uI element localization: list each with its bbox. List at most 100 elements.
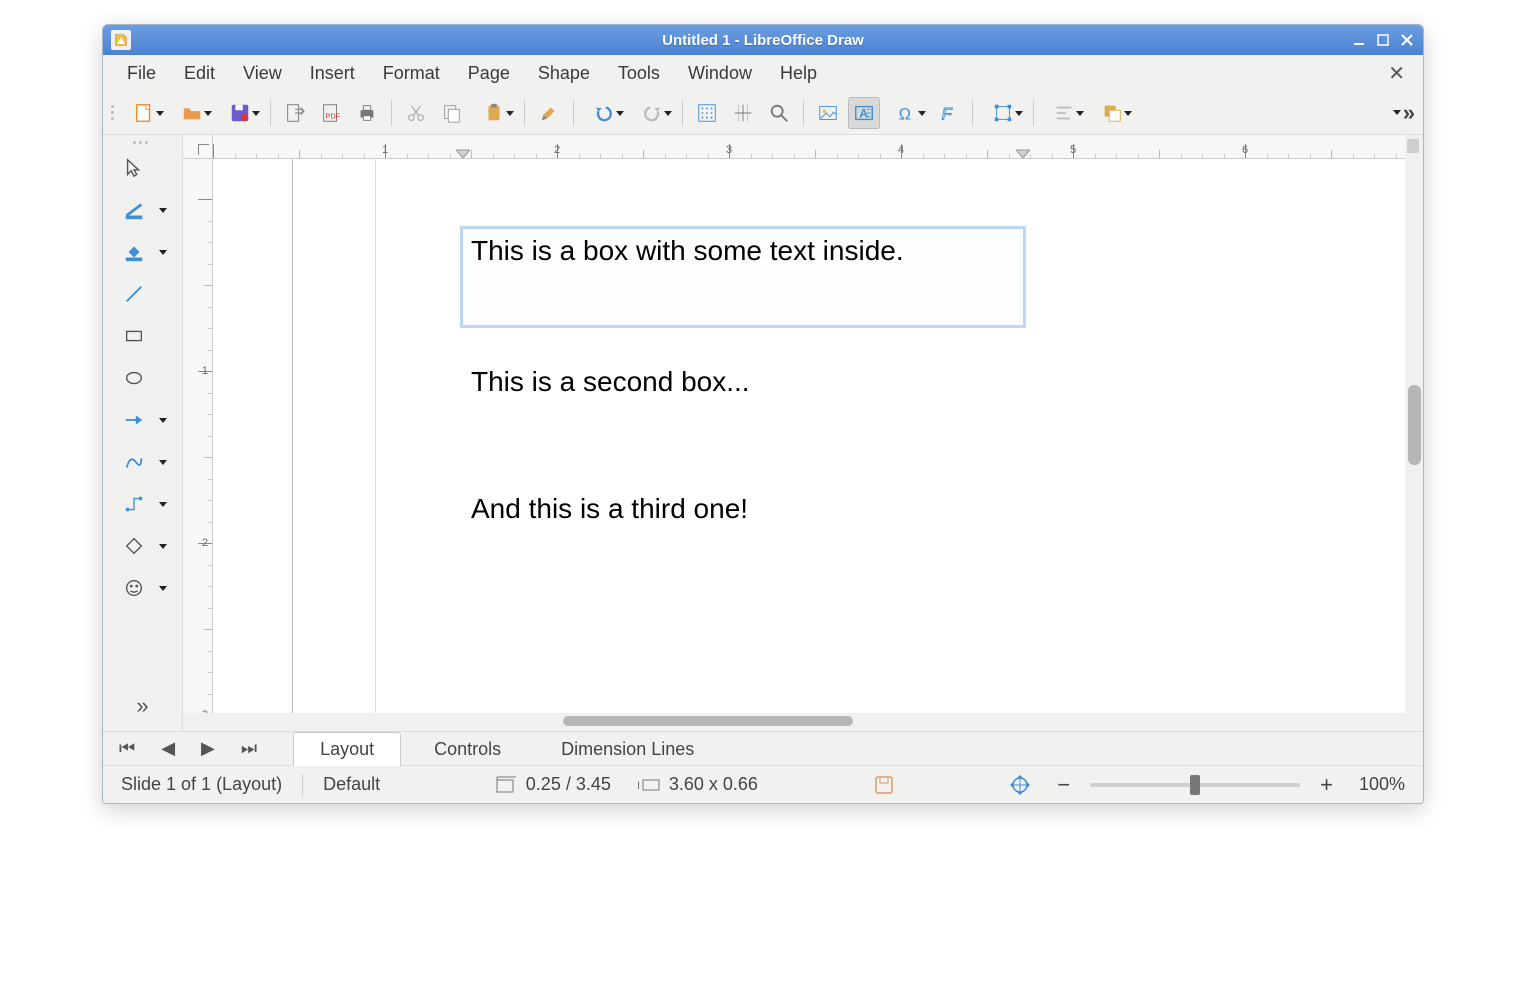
page-margin-guide <box>375 159 376 713</box>
copy-icon[interactable] <box>436 97 468 129</box>
menu-help[interactable]: Help <box>766 59 831 88</box>
vertical-scroll-thumb[interactable] <box>1408 385 1421 465</box>
line-icon[interactable] <box>113 278 173 310</box>
special-char-icon[interactable]: Ω <box>884 97 928 129</box>
toolbar-overflow-button[interactable]: » <box>1393 100 1415 126</box>
menu-window[interactable]: Window <box>674 59 766 88</box>
horizontal-ruler[interactable]: 1234567 <box>213 135 1405 159</box>
export-icon[interactable] <box>279 97 311 129</box>
close-button[interactable] <box>1399 32 1415 48</box>
minimize-button[interactable] <box>1351 32 1367 48</box>
fit-page-button[interactable] <box>1003 774 1037 796</box>
status-save-icon[interactable] <box>868 775 900 795</box>
ruler-corner <box>183 135 213 159</box>
next-slide-button[interactable]: ▶ <box>197 736 219 761</box>
zoom-value[interactable]: 100% <box>1353 774 1411 795</box>
save-icon[interactable] <box>218 97 262 129</box>
menu-edit[interactable]: Edit <box>170 59 229 88</box>
connector-icon[interactable] <box>113 488 173 520</box>
scroll-up-button[interactable] <box>1407 139 1419 153</box>
transform-icon[interactable] <box>981 97 1025 129</box>
close-document-button[interactable]: ✕ <box>1380 57 1413 90</box>
status-style[interactable]: Default <box>317 774 386 795</box>
print-icon[interactable] <box>351 97 383 129</box>
toolbar-separator <box>573 100 574 126</box>
zoom-slider[interactable] <box>1090 783 1300 787</box>
menu-shape[interactable]: Shape <box>524 59 604 88</box>
layer-tab-controls[interactable]: Controls <box>407 732 528 766</box>
layer-tab-dimension-lines[interactable]: Dimension Lines <box>534 732 721 766</box>
zoom-icon[interactable] <box>763 97 795 129</box>
window-title: Untitled 1 - LibreOffice Draw <box>103 32 1423 49</box>
status-size: I 3.60 x 0.66 <box>631 774 764 795</box>
line-color-icon[interactable] <box>113 194 173 226</box>
horizontal-scroll-thumb[interactable] <box>563 716 853 726</box>
rectangle-icon[interactable] <box>113 320 173 352</box>
app-window: Untitled 1 - LibreOffice Draw FileEditVi… <box>102 24 1424 804</box>
svg-text:Ω: Ω <box>899 105 911 123</box>
toolbar-separator <box>972 100 973 126</box>
status-position: 0.25 / 3.45 <box>490 774 617 795</box>
status-size-value: 3.60 x 0.66 <box>669 774 758 795</box>
toolbar-separator <box>803 100 804 126</box>
ruler-indent-marker[interactable] <box>1016 144 1030 158</box>
size-icon: I <box>637 777 661 793</box>
vertical-scrollbar[interactable] <box>1405 135 1423 713</box>
grid-icon[interactable] <box>691 97 723 129</box>
menu-file[interactable]: File <box>113 59 170 88</box>
redo-icon[interactable] <box>630 97 674 129</box>
toolbar-separator <box>1033 100 1034 126</box>
menu-view[interactable]: View <box>229 59 296 88</box>
fontwork-icon[interactable]: F <box>932 97 964 129</box>
open-icon[interactable] <box>170 97 214 129</box>
toolbox-grip[interactable] <box>133 141 152 144</box>
align-icon[interactable] <box>1042 97 1086 129</box>
ellipse-icon[interactable] <box>113 362 173 394</box>
last-slide-button[interactable]: ⏭ <box>237 736 261 761</box>
toolbar-grip[interactable] <box>111 105 118 120</box>
arrange-icon[interactable] <box>1090 97 1134 129</box>
basic-shapes-icon[interactable] <box>113 530 173 562</box>
svg-text:F: F <box>942 105 953 123</box>
arrow-icon[interactable] <box>113 404 173 436</box>
clone-format-icon[interactable] <box>533 97 565 129</box>
menu-insert[interactable]: Insert <box>296 59 369 88</box>
menu-tools[interactable]: Tools <box>604 59 674 88</box>
prev-slide-button[interactable]: ◀ <box>157 736 179 761</box>
side-toolbox: » <box>103 135 183 731</box>
undo-icon[interactable] <box>582 97 626 129</box>
layer-tab-layout[interactable]: Layout <box>293 732 401 766</box>
snap-guides-icon[interactable] <box>727 97 759 129</box>
drawing-canvas[interactable]: This is a box with some text inside. This… <box>213 159 1405 713</box>
zoom-slider-knob[interactable] <box>1190 775 1200 795</box>
paste-icon[interactable] <box>472 97 516 129</box>
workarea: » 1234567 1234 This is a box with some t… <box>103 135 1423 731</box>
menu-page[interactable]: Page <box>454 59 524 88</box>
image-icon[interactable] <box>812 97 844 129</box>
select-icon[interactable] <box>113 152 173 184</box>
zoom-in-button[interactable]: + <box>1314 772 1339 798</box>
textbox-1[interactable]: This is a box with some text inside. <box>463 229 1023 325</box>
toolbox-overflow-button[interactable]: » <box>130 687 154 725</box>
first-slide-button[interactable]: ⏮ <box>115 736 139 761</box>
ruler-indent-marker[interactable] <box>456 144 470 158</box>
svg-text:PDF: PDF <box>326 111 341 120</box>
status-position-value: 0.25 / 3.45 <box>526 774 611 795</box>
menu-format[interactable]: Format <box>369 59 454 88</box>
svg-text:I: I <box>637 780 640 792</box>
textbox-icon[interactable]: A <box>848 97 880 129</box>
toolbar-separator <box>682 100 683 126</box>
zoom-out-button[interactable]: − <box>1051 772 1076 798</box>
vertical-ruler[interactable]: 1234 <box>183 159 213 713</box>
horizontal-scrollbar[interactable] <box>183 713 1423 731</box>
curve-icon[interactable] <box>113 446 173 478</box>
new-doc-icon[interactable] <box>122 97 166 129</box>
maximize-button[interactable] <box>1375 32 1391 48</box>
cut-icon[interactable] <box>400 97 432 129</box>
status-slide[interactable]: Slide 1 of 1 (Layout) <box>115 774 288 795</box>
symbol-shapes-icon[interactable] <box>113 572 173 604</box>
export-pdf-icon[interactable]: PDF <box>315 97 347 129</box>
fill-color-icon[interactable] <box>113 236 173 268</box>
textbox-2[interactable]: This is a second box... <box>463 360 1023 420</box>
textbox-3[interactable]: And this is a third one! <box>463 487 1023 547</box>
